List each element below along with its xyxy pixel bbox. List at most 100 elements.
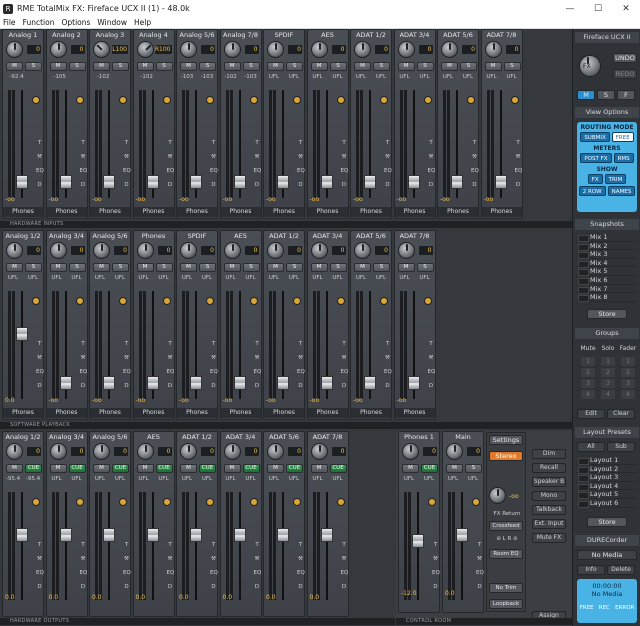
pan-knob[interactable]	[402, 443, 419, 460]
solo-button[interactable]: S	[199, 62, 216, 71]
group-slot[interactable]: 1	[601, 357, 615, 366]
eq-icon[interactable]: EQ	[123, 168, 131, 176]
fader-handle[interactable]	[59, 528, 72, 542]
settings-button[interactable]: Settings	[489, 435, 523, 445]
mute-button[interactable]: M	[402, 464, 419, 473]
layout-item[interactable]: Layout 2	[576, 465, 638, 474]
trim-icon[interactable]: T	[36, 542, 43, 550]
pan-knob[interactable]	[180, 242, 197, 259]
trim-icon[interactable]: T	[341, 542, 348, 550]
wrench-icon[interactable]: ⚒	[384, 154, 391, 162]
solo-button[interactable]: S	[460, 62, 477, 71]
volume-fader[interactable]	[399, 90, 432, 200]
mute-button[interactable]: M	[397, 62, 415, 71]
cue-button[interactable]: CUE	[242, 464, 260, 473]
dynamics-icon[interactable]: D	[297, 584, 304, 592]
volume-fader[interactable]	[182, 492, 214, 602]
pan-knob[interactable]	[180, 443, 197, 460]
group-slot[interactable]: 4	[601, 390, 615, 399]
solo-button[interactable]: S	[503, 62, 521, 71]
wrench-icon[interactable]: ⚒	[123, 154, 130, 162]
group-slot[interactable]: 1	[581, 357, 595, 366]
routing-target[interactable]: Phones	[90, 207, 130, 217]
fader-handle[interactable]	[103, 528, 115, 542]
routing-target[interactable]: Phones	[394, 207, 435, 217]
volume-fader[interactable]	[138, 90, 171, 200]
mute-button[interactable]: M	[49, 62, 67, 71]
maximize-button[interactable]: ☐	[584, 0, 612, 17]
redo-button[interactable]: REDO	[613, 69, 637, 79]
eq-icon[interactable]: EQ	[210, 570, 218, 578]
routing-target[interactable]: Phones	[307, 207, 348, 217]
group-slot[interactable]: 4	[581, 390, 595, 399]
trim-icon[interactable]: T	[80, 542, 87, 550]
mute-button[interactable]: M	[180, 263, 197, 272]
dynamics-icon[interactable]: D	[36, 182, 43, 190]
eq-icon[interactable]: EQ	[297, 168, 305, 176]
fader-handle[interactable]	[16, 175, 28, 189]
loopback-button[interactable]: Loopback	[489, 599, 523, 609]
eq-icon[interactable]: EQ	[428, 369, 436, 377]
pan-knob[interactable]	[223, 41, 241, 58]
wrench-icon[interactable]: ⚒	[471, 154, 478, 162]
pan-knob[interactable]	[136, 443, 154, 460]
group-slot[interactable]: 3	[581, 379, 595, 388]
fader-handle[interactable]	[320, 528, 333, 542]
wrench-icon[interactable]: ⚒	[428, 154, 435, 162]
eq-icon[interactable]: EQ	[384, 168, 392, 176]
gain-mini-knob[interactable]	[162, 96, 171, 104]
cue-button[interactable]: CUE	[199, 464, 216, 473]
volume-fader[interactable]	[95, 90, 127, 200]
trim-icon[interactable]: T	[36, 341, 43, 349]
gain-mini-knob[interactable]	[32, 96, 40, 104]
wrench-icon[interactable]: ⚒	[167, 355, 174, 363]
fader-handle[interactable]	[320, 175, 333, 189]
routing-target[interactable]: Phones	[351, 207, 391, 217]
cr-recall-button[interactable]: Recall	[532, 463, 566, 473]
dynamics-icon[interactable]: D	[341, 584, 348, 592]
volume-fader[interactable]	[225, 90, 258, 200]
solo-button[interactable]: S	[25, 263, 42, 272]
gain-mini-knob[interactable]	[336, 498, 345, 506]
volume-fader[interactable]	[269, 492, 301, 602]
layout-item[interactable]: Layout 5	[576, 490, 638, 499]
cr-speaker-b-button[interactable]: Speaker B	[532, 477, 566, 487]
volume-fader[interactable]	[8, 291, 40, 401]
routing-target[interactable]: Phones	[220, 408, 261, 418]
eq-icon[interactable]: EQ	[80, 168, 88, 176]
fader-handle[interactable]	[59, 376, 72, 390]
routing-target[interactable]: Phones	[177, 207, 217, 217]
wrench-icon[interactable]: ⚒	[428, 355, 435, 363]
fader-handle[interactable]	[146, 376, 159, 390]
gain-mini-knob[interactable]	[423, 96, 432, 104]
eq-icon[interactable]: EQ	[476, 570, 484, 578]
eq-icon[interactable]: EQ	[123, 570, 131, 578]
cue-button[interactable]: CUE	[155, 464, 173, 473]
mute-button[interactable]: M	[446, 464, 463, 473]
routing-target[interactable]: Phones	[351, 408, 391, 418]
mute-button[interactable]: M	[6, 263, 23, 272]
trim-icon[interactable]: T	[167, 140, 174, 148]
menu-window[interactable]: Window	[97, 18, 127, 27]
post-fx-button[interactable]: POST FX	[580, 153, 612, 163]
eq-icon[interactable]: EQ	[36, 570, 44, 578]
gain-mini-knob[interactable]	[293, 96, 301, 104]
gain-mini-knob[interactable]	[380, 96, 388, 104]
s-button[interactable]: S	[597, 90, 615, 100]
wrench-icon[interactable]: ⚒	[341, 154, 348, 162]
routing-target[interactable]: Phones	[394, 408, 435, 418]
fader-handle[interactable]	[59, 175, 72, 189]
gain-mini-knob[interactable]	[249, 498, 258, 506]
cue-button[interactable]: CUE	[112, 464, 129, 473]
mute-button[interactable]: M	[223, 263, 241, 272]
fader-handle[interactable]	[277, 175, 289, 189]
mute-button[interactable]: M	[180, 464, 197, 473]
wrench-icon[interactable]: ⚒	[515, 154, 522, 162]
routing-target[interactable]: Phones	[46, 408, 87, 418]
eq-icon[interactable]: EQ	[210, 369, 218, 377]
pan-knob[interactable]	[223, 242, 241, 259]
fader-handle[interactable]	[320, 376, 333, 390]
pan-knob[interactable]	[6, 242, 23, 259]
trim-icon[interactable]: T	[36, 140, 43, 148]
group-slot[interactable]: 4	[621, 390, 635, 399]
